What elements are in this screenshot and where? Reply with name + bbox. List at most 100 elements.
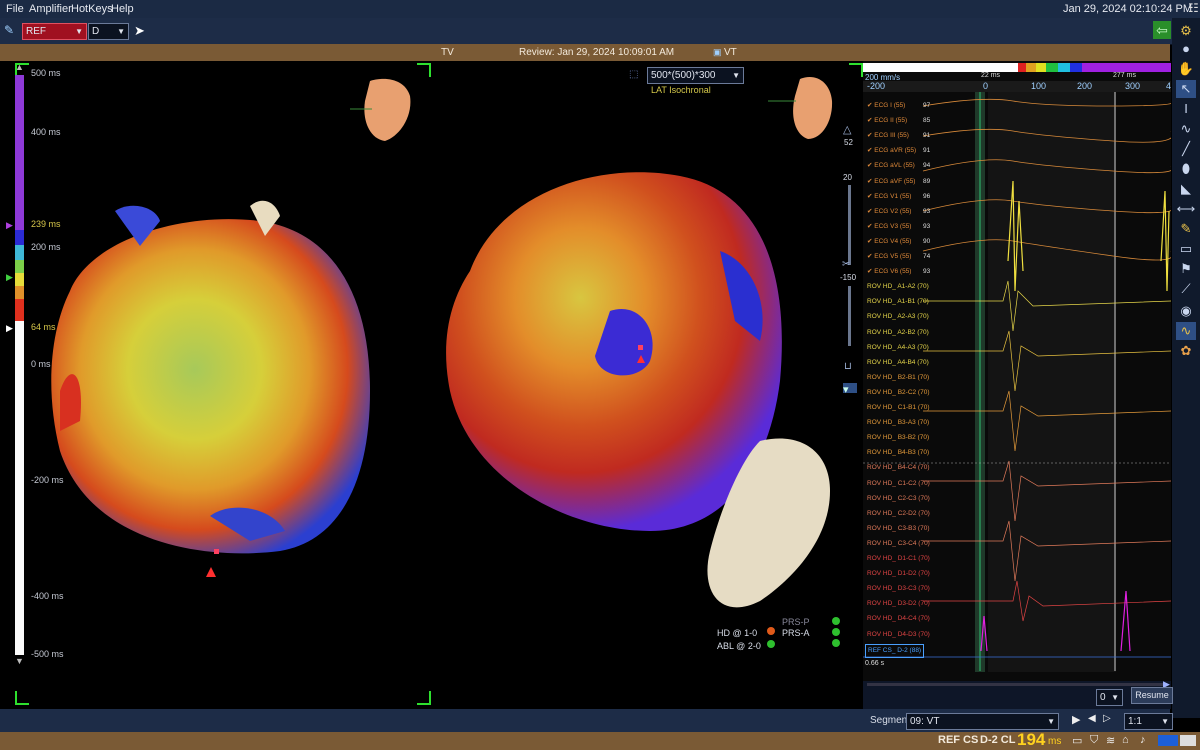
segment-label: Segment xyxy=(870,715,911,726)
ref-select[interactable]: REF ▼ xyxy=(22,23,87,40)
status-dot xyxy=(832,639,840,647)
channel-label: ✔ ECG aVF (55) xyxy=(867,177,916,185)
channel-value: 89 xyxy=(923,177,931,185)
scale-marker-icon[interactable]: ▶ xyxy=(6,323,13,334)
channel-label: ROV HD_ B4-C4 (70) xyxy=(867,464,930,472)
circle-icon[interactable]: ● xyxy=(1176,40,1196,58)
channel-label: ROV HD_ A1-B1 (70) xyxy=(867,298,929,306)
menu-hotkeys[interactable]: HotKeys xyxy=(71,3,113,15)
slider-track[interactable] xyxy=(848,185,851,265)
scale-marker-icon[interactable]: ▶ xyxy=(6,220,13,231)
flag-icon[interactable]: ⚑ xyxy=(1176,260,1196,278)
step-forward-icon[interactable]: ▷ xyxy=(1103,713,1111,724)
slider-track[interactable] xyxy=(848,286,851,346)
channel-value: 74 xyxy=(923,253,931,260)
pen-icon[interactable]: ✎ xyxy=(4,23,14,37)
scale-marker-icon[interactable]: ▶ xyxy=(6,272,13,283)
display-icon[interactable] xyxy=(1180,735,1196,746)
channel-label: ROV HD_ B3-B2 (70) xyxy=(867,434,930,442)
legend-prsp: PRS-P xyxy=(782,617,810,627)
scale-down-icon[interactable]: ▼ xyxy=(15,656,24,666)
channel-label: ✔ ECG III (55) xyxy=(867,132,909,140)
segment-select[interactable]: 09: VT ▼ xyxy=(906,713,1059,730)
play-icon[interactable]: ▶ xyxy=(1072,713,1080,726)
brush-icon[interactable]: ⟋ xyxy=(1176,280,1196,298)
ellipse-icon[interactable]: ⬮ xyxy=(1176,160,1196,178)
measure-icon[interactable]: ⟷ xyxy=(1176,200,1196,218)
rate-select[interactable]: 0 ▼ xyxy=(1096,689,1123,706)
channel-value: 90 xyxy=(923,237,931,245)
back-arrow-icon[interactable]: ⇦ xyxy=(1153,21,1171,39)
status-dot xyxy=(832,628,840,636)
lat-color-scale[interactable] xyxy=(15,75,24,655)
heart-map-left[interactable] xyxy=(51,219,371,554)
legend-abl: ABL @ 2-0 xyxy=(717,641,761,651)
ep-signal-panel[interactable]: 200 mm/s -200 0 100 200 300 4 22 ms 277 … xyxy=(863,61,1171,681)
palette-icon[interactable]: ✿ xyxy=(1176,342,1196,360)
channel-value: 93 xyxy=(923,268,931,276)
waveform-icon[interactable]: ∿ xyxy=(1176,322,1196,340)
map-name: VT xyxy=(724,47,737,58)
sound-icon[interactable]: ♪ xyxy=(1140,734,1146,746)
map-icon: ▣ xyxy=(713,47,722,57)
channel-label: ✔ ECG V1 (55) xyxy=(867,192,912,200)
right-tool-strip: ⚙ ● ✋ ↖ I ∿ ╱ ⬮ ◣ ⟷ ✎ ▭ ⚑ ⟋ ◉ ∿ ✿ xyxy=(1172,18,1200,718)
marker-icon[interactable]: ✎ xyxy=(1176,220,1196,238)
monitor-icon[interactable] xyxy=(1158,735,1178,746)
side-controls: △ 52 20 ✂ -150 ⊔ ▾ xyxy=(840,121,859,421)
channel-label: ROV HD_ A1-A2 (70) xyxy=(867,283,929,291)
status-dot xyxy=(767,627,775,635)
resume-button[interactable]: Resume xyxy=(1131,687,1173,704)
channel-label: ROV HD_ A2-A3 (70) xyxy=(867,313,929,321)
status-bar: REF CS D-2 CL 194 ms ▭ ⛉ ≋ ⌂ ♪ xyxy=(0,730,1200,750)
menu-help[interactable]: Help xyxy=(111,3,134,15)
pointer-icon[interactable]: ↖ xyxy=(1176,80,1196,98)
curve-icon[interactable]: ∿ xyxy=(1176,120,1196,138)
channel-label: ✔ ECG V6 (55) xyxy=(867,268,912,276)
channel-label: ROV HD_ A4-B4 (70) xyxy=(867,358,929,366)
channel-label: ROV HD_ B2-B1 (70) xyxy=(867,373,930,381)
channel-value: 91 xyxy=(923,147,931,155)
cursor-icon: ➤ xyxy=(134,23,145,38)
eye-icon[interactable]: ◉ xyxy=(1176,302,1196,320)
scale-up-icon[interactable]: ▲ xyxy=(15,62,24,72)
torso-orientation-icon[interactable] xyxy=(364,78,411,141)
shield-icon[interactable]: ⛉ xyxy=(1090,734,1098,747)
step-back-icon[interactable]: ◀ xyxy=(1088,713,1096,724)
playback-track[interactable] xyxy=(867,683,1167,686)
text-cursor-icon[interactable]: I xyxy=(1176,100,1196,118)
ratio-select[interactable]: 1:1 ▼ xyxy=(1124,713,1173,730)
chevron-down-icon: ▼ xyxy=(75,27,83,36)
scissors-icon[interactable]: ✂ xyxy=(842,259,850,270)
gear-icon[interactable]: ⚙ xyxy=(1176,22,1196,40)
mixer-icon[interactable]: ☷ xyxy=(1188,1,1200,17)
view-grid-icon[interactable]: ⬚ xyxy=(629,69,638,80)
map-viewport[interactable]: ⬚ 500*(500)*300 ▼ LAT Isochronal △ 52 20 … xyxy=(0,61,863,709)
channel-label: ROV HD_ B2-C2 (70) xyxy=(867,388,930,396)
d-select[interactable]: D ▼ xyxy=(88,23,129,40)
scale-tick: -200 ms xyxy=(31,475,64,485)
torso-orientation-icon[interactable] xyxy=(793,77,833,139)
hand-icon[interactable]: ✋ xyxy=(1176,60,1196,78)
eraser-icon[interactable]: ◣ xyxy=(1176,180,1196,198)
menu-amplifier[interactable]: Amplifier xyxy=(29,3,72,15)
chevron-down-icon: ▼ xyxy=(1047,717,1055,726)
ruler-icon[interactable]: ╱ xyxy=(1176,140,1196,158)
menu-file[interactable]: File xyxy=(6,3,24,15)
mountain-icon[interactable]: △ xyxy=(843,123,851,136)
side-value-neg150: -150 xyxy=(840,273,857,282)
label-icon[interactable]: ▭ xyxy=(1176,240,1196,258)
chevron-down-icon: ▼ xyxy=(1161,717,1169,726)
ep-controls: ▶ 0 ▼ Resume xyxy=(863,679,1173,709)
legend-prsa: PRS-A xyxy=(782,628,810,638)
device-icon[interactable]: ⌂ xyxy=(1122,734,1129,746)
dropdown-icon[interactable]: ▾ xyxy=(843,383,857,396)
channel-label: ROV HD_ D4-C4 (70) xyxy=(867,615,930,623)
channel-label: ✔ ECG aVR (55) xyxy=(867,147,917,155)
signal-icon[interactable]: ≋ xyxy=(1106,734,1115,747)
lock-icon[interactable]: ⊔ xyxy=(844,361,852,372)
message-icon[interactable]: ▭ xyxy=(1072,734,1082,747)
scale-tick: 64 ms xyxy=(31,322,56,332)
map-setting-select[interactable]: 500*(500)*300 ▼ xyxy=(647,67,744,84)
info-bar: TV Review: Jan 29, 2024 10:09:01 AM ▣ VT xyxy=(0,44,1170,61)
